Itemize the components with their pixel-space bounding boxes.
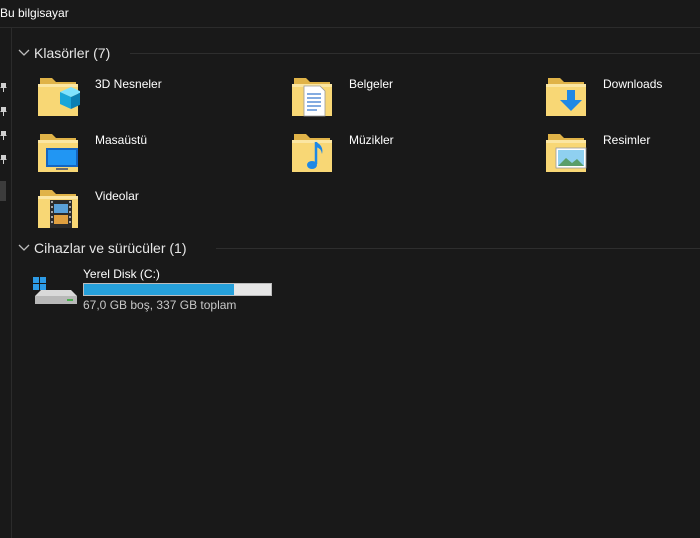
drive-usage-fill: [84, 284, 234, 295]
folder-label: Belgeler: [349, 77, 394, 91]
sidebar-selected-item[interactable]: [0, 181, 6, 201]
folder-videolar[interactable]: Videolar: [36, 184, 276, 234]
folder-masaustu[interactable]: Masaüstü: [36, 128, 276, 178]
folder-label: Resimler: [603, 133, 651, 147]
pin-icon[interactable]: [0, 107, 7, 116]
devices-group-header[interactable]: Cihazlar ve sürücüler (1): [18, 238, 700, 258]
3d-objects-folder-icon: [38, 78, 80, 116]
group-title: Klasörler (7): [34, 45, 111, 61]
pin-icon[interactable]: [0, 131, 7, 140]
drive-name: Yerel Disk (C:): [83, 267, 160, 281]
drive-space-info: 67,0 GB boş, 337 GB toplam: [83, 298, 237, 312]
pin-icon[interactable]: [0, 155, 7, 164]
navigation-pane: [0, 28, 12, 538]
desktop-folder-icon: [38, 134, 78, 172]
folders-group-header[interactable]: Klasörler (7): [18, 43, 700, 63]
group-divider: [130, 53, 700, 54]
folder-label: Videolar: [95, 189, 139, 203]
windows-drive-icon: [33, 277, 77, 304]
group-divider: [216, 248, 700, 249]
music-folder-icon: [292, 134, 332, 172]
folder-label: Müzikler: [349, 133, 394, 147]
folder-label: 3D Nesneler: [95, 77, 162, 91]
pin-icon[interactable]: [0, 83, 7, 92]
drive-local-disk-c[interactable]: Yerel Disk (C:) 67,0 GB boş, 337 GB topl…: [32, 266, 292, 316]
folder-resimler[interactable]: Resimler: [544, 128, 700, 178]
folder-downloads[interactable]: Downloads: [544, 72, 700, 122]
pictures-folder-icon: [546, 134, 587, 172]
downloads-folder-icon: [546, 78, 586, 116]
chevron-down-icon[interactable]: [18, 49, 30, 57]
folder-label: Masaüstü: [95, 133, 148, 147]
videos-folder-icon: [38, 190, 78, 228]
chevron-down-icon[interactable]: [18, 244, 30, 252]
folder-3d-nesneler[interactable]: 3D Nesneler: [36, 72, 276, 122]
title-bar: Bu bilgisayar: [0, 0, 700, 28]
folder-label: Downloads: [603, 77, 663, 91]
file-list-area: Klasörler (7) 3D Nesneler Belgeler Downl…: [12, 28, 700, 538]
window-title: Bu bilgisayar: [0, 6, 69, 20]
folder-belgeler[interactable]: Belgeler: [290, 72, 530, 122]
documents-folder-icon: [292, 78, 332, 117]
group-title: Cihazlar ve sürücüler (1): [34, 240, 187, 256]
folder-muzikler[interactable]: Müzikler: [290, 128, 530, 178]
drive-usage-bar: [83, 283, 272, 296]
